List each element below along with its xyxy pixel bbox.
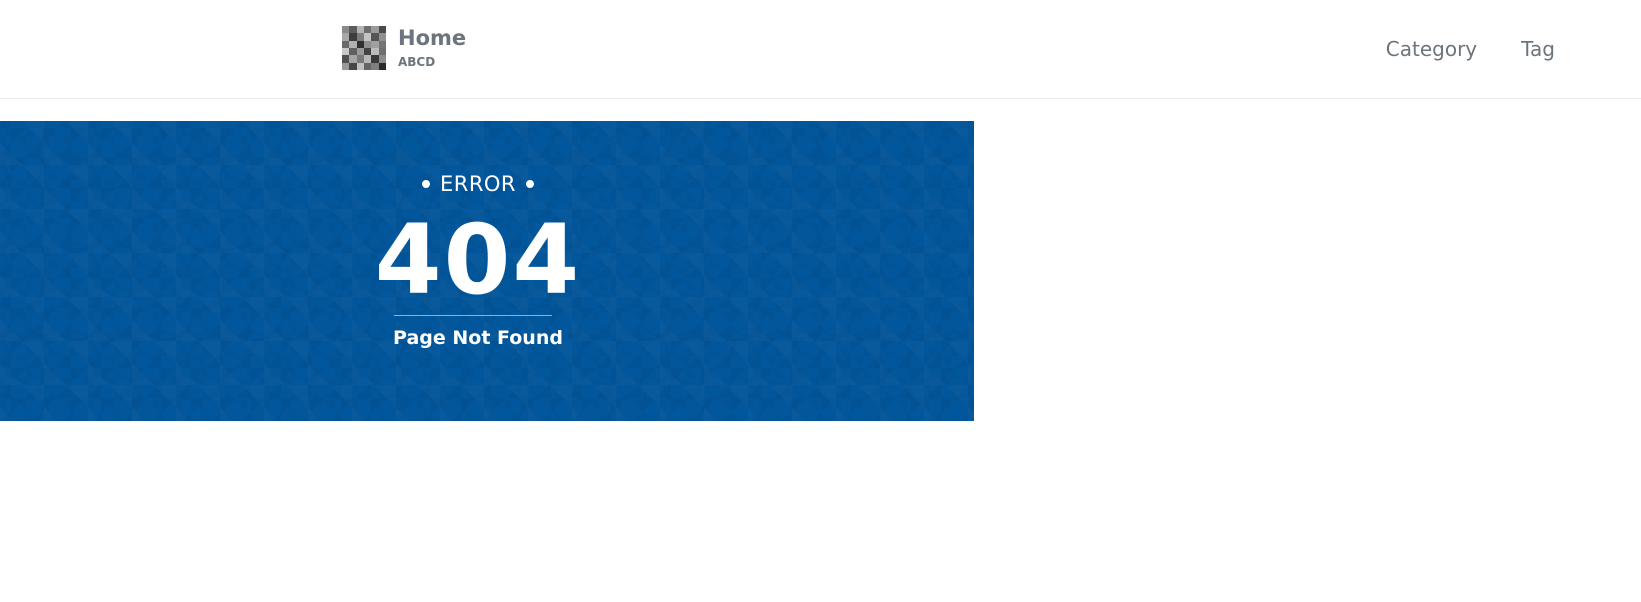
error-message: Page Not Found: [393, 327, 563, 349]
home-link[interactable]: Home ABCD: [342, 26, 466, 72]
brand-title: Home: [398, 26, 467, 50]
divider: [394, 315, 552, 316]
error-code: 404: [374, 204, 582, 316]
nav-item-category[interactable]: Category: [1386, 34, 1477, 64]
avatar-icon: [342, 26, 386, 70]
brand-subtitle: ABCD: [398, 55, 436, 69]
site-header: Home ABCD Category Tag: [0, 0, 1641, 99]
nav-item-tag[interactable]: Tag: [1521, 34, 1555, 64]
main-nav: Category Tag: [1386, 34, 1555, 64]
error-label-text: ERROR: [439, 172, 517, 196]
brand-text: Home ABCD: [398, 26, 466, 70]
error-banner: ERROR 404 Page Not Found: [0, 121, 974, 421]
error-banner-content: ERROR 404 Page Not Found: [0, 121, 956, 421]
bullet-icon: [526, 180, 535, 188]
error-label: ERROR: [0, 171, 956, 197]
bullet-icon: [421, 180, 430, 188]
